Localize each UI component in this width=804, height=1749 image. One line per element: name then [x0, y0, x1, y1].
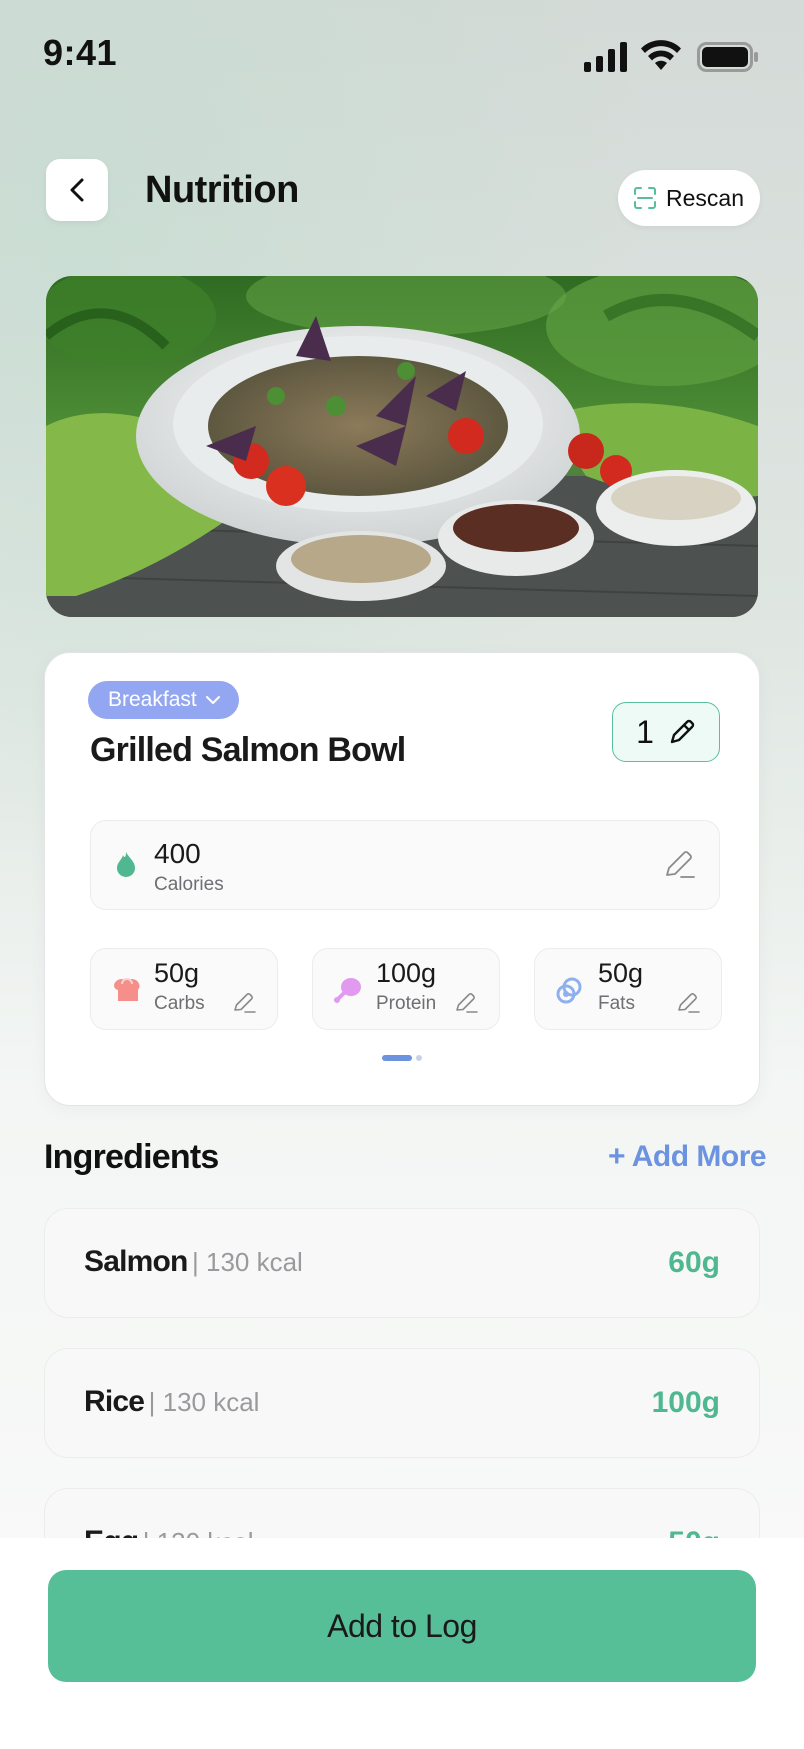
edit-protein-icon[interactable] [454, 990, 478, 1014]
calories-value: 400 [154, 838, 201, 869]
carousel-dot[interactable] [416, 1055, 422, 1061]
serving-count-button[interactable]: 1 [612, 702, 720, 762]
battery-icon [697, 42, 758, 72]
scan-icon [634, 187, 656, 209]
add-to-log-label: Add to Log [327, 1607, 477, 1644]
calories-label: Calories [154, 874, 224, 895]
edit-calories-icon[interactable] [664, 848, 696, 880]
cellular-signal-icon [584, 42, 627, 72]
page-title: Nutrition [145, 169, 299, 211]
fat-drops-icon [556, 977, 582, 1004]
calorie-flame-icon [117, 852, 135, 877]
chevron-down-icon [205, 696, 220, 704]
rescan-label: Rescan [666, 184, 744, 211]
rescan-button[interactable]: Rescan [618, 170, 760, 226]
protein-value: 100g [376, 958, 437, 988]
ingredient-quantity: 100g [651, 1386, 720, 1419]
food-photo [46, 276, 758, 617]
protein-label: Protein [376, 993, 437, 1014]
carousel-dot-active[interactable] [382, 1055, 412, 1061]
meal-type-label: Breakfast [108, 688, 197, 711]
pencil-icon [670, 719, 695, 744]
fats-label: Fats [598, 993, 635, 1014]
back-button[interactable] [46, 159, 108, 221]
ingredient-kcal: | 130 kcal [148, 1387, 260, 1417]
ingredient-name-kcal: Salmon | 130 kcal [84, 1245, 303, 1279]
edit-fats-icon[interactable] [676, 990, 700, 1014]
ingredient-quantity: 60g [668, 1246, 720, 1279]
add-to-log-button[interactable]: Add to Log [48, 1570, 756, 1682]
wifi-icon [641, 40, 681, 70]
status-time: 9:41 [43, 32, 118, 73]
meal-type-dropdown[interactable]: Breakfast [88, 681, 239, 719]
bread-icon [114, 978, 140, 1001]
edit-carbs-icon[interactable] [232, 990, 256, 1014]
ingredient-name: Salmon [84, 1245, 188, 1278]
ingredients-title: Ingredients [44, 1138, 219, 1176]
ingredient-name: Rice [84, 1385, 145, 1418]
drumstick-icon [334, 978, 361, 1003]
ingredient-name-kcal: Rice | 130 kcal [84, 1385, 259, 1419]
ingredient-kcal: | 130 kcal [192, 1247, 303, 1277]
add-more-button[interactable]: + Add More [608, 1140, 767, 1174]
serving-count: 1 [636, 713, 654, 750]
carbs-value: 50g [154, 958, 200, 988]
meal-name: Grilled Salmon Bowl [90, 731, 406, 769]
fats-value: 50g [598, 958, 644, 988]
carbs-label: Carbs [154, 993, 205, 1014]
chevron-left-icon [70, 178, 84, 202]
